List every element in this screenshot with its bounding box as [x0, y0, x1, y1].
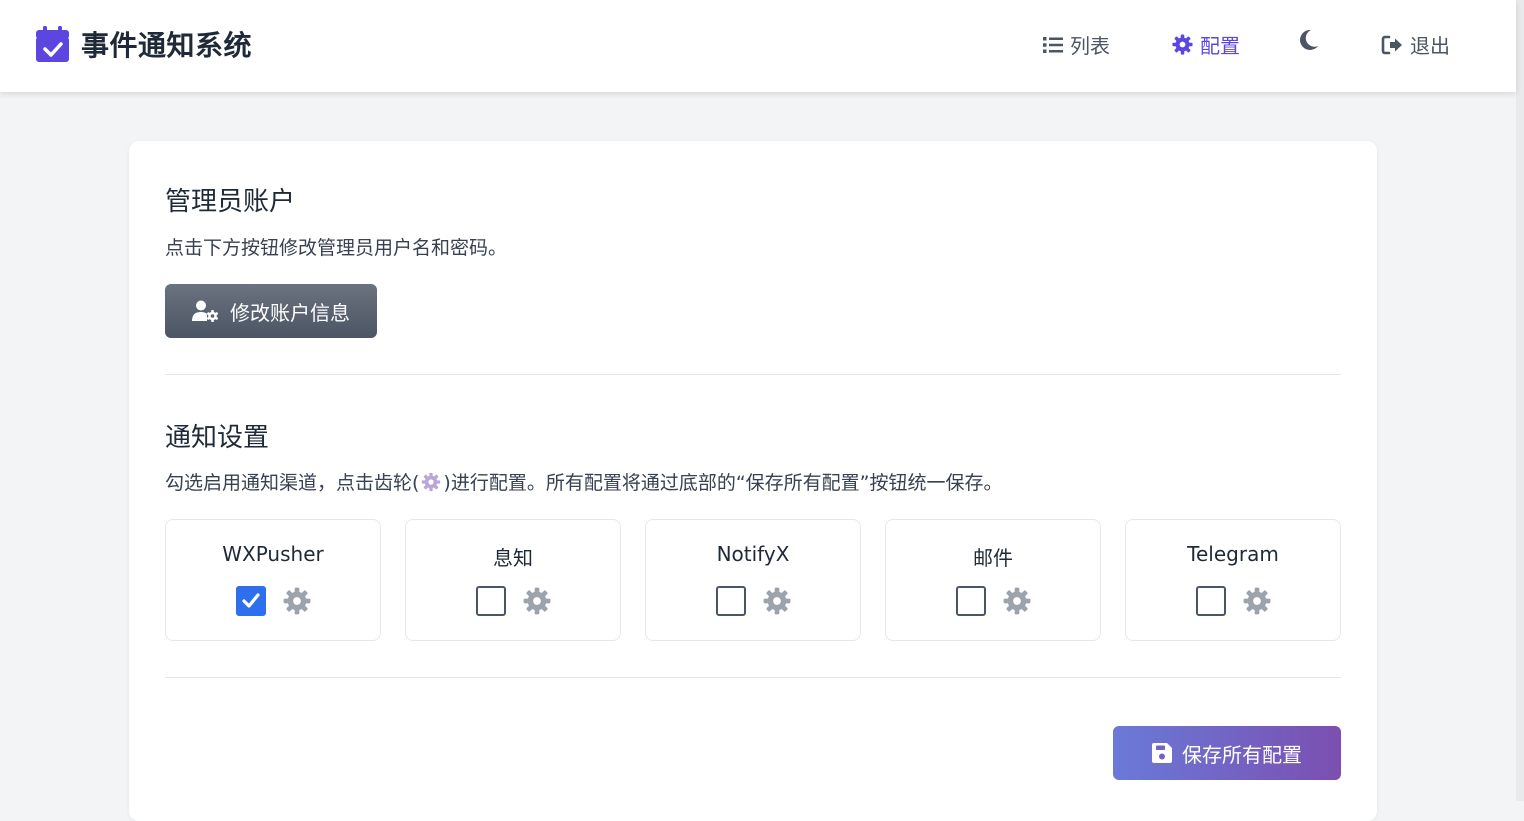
nav-item-label: 退出: [1410, 34, 1450, 58]
save-all-label: 保存所有配置: [1182, 742, 1302, 767]
calendar-check-icon: [36, 26, 69, 62]
gear-icon[interactable]: [1003, 587, 1031, 615]
gear-emoji-icon: [422, 472, 441, 491]
channel-card-wxpusher: WXPusher: [165, 519, 381, 641]
channel-card-email: 邮件: [885, 519, 1101, 641]
channel-name: 息知: [493, 546, 533, 570]
list-icon: [1043, 36, 1063, 53]
app-title: 事件通知系统: [81, 29, 253, 62]
admin-section-description: 点击下方按钮修改管理员用户名和密码。: [165, 237, 508, 259]
notify-description-after: )进行配置。所有配置将通过底部的“保存所有配置”按钮统一保存。: [443, 472, 1003, 494]
nav-item-config[interactable]: 配置: [1172, 30, 1240, 59]
channel-list: WXPusher 息知 NotifyX 邮件 Telegram: [165, 519, 1341, 641]
section-divider: [165, 374, 1341, 375]
gear-icon[interactable]: [523, 587, 551, 615]
sign-out-icon: [1381, 35, 1402, 54]
save-all-button[interactable]: 保存所有配置: [1113, 726, 1341, 780]
edit-account-button[interactable]: 修改账户信息: [165, 284, 377, 338]
nav-item-label: 配置: [1200, 34, 1240, 58]
checkmark-icon: [241, 593, 260, 608]
channel-name: 邮件: [973, 546, 1013, 570]
channel-controls: [886, 586, 1100, 616]
moon-icon: [1300, 30, 1318, 50]
notify-description-before: 勾选启用通知渠道，点击齿轮(: [165, 472, 420, 494]
gear-icon[interactable]: [763, 587, 791, 615]
channel-enable-checkbox[interactable]: [475, 586, 506, 616]
channel-controls: [166, 586, 380, 616]
admin-section-title: 管理员账户: [165, 187, 296, 217]
top-header: 事件通知系统 列表 配置 退出: [0, 0, 1516, 92]
channel-enable-checkbox[interactable]: [235, 586, 266, 616]
notify-section-description: 勾选启用通知渠道，点击齿轮( )进行配置。所有配置将通过底部的“保存所有配置”按…: [165, 468, 1003, 495]
gear-icon[interactable]: [283, 587, 311, 615]
gear-icon: [1172, 34, 1193, 55]
user-gear-icon: [192, 300, 219, 322]
channel-name: WXPusher: [222, 542, 324, 566]
channel-name: Telegram: [1187, 542, 1279, 566]
channel-controls: [406, 586, 620, 616]
gear-icon[interactable]: [1243, 587, 1271, 615]
channel-card-xizhi: 息知: [405, 519, 621, 641]
section-divider: [165, 677, 1341, 678]
channel-name: NotifyX: [716, 542, 790, 566]
channel-card-notifyx: NotifyX: [645, 519, 861, 641]
page-scrollbar[interactable]: [1516, 0, 1524, 801]
floppy-disk-icon: [1152, 743, 1172, 763]
channel-controls: [1126, 586, 1340, 616]
notify-section-title: 通知设置: [165, 423, 270, 453]
channel-enable-checkbox[interactable]: [955, 586, 986, 616]
channel-controls: [646, 586, 860, 616]
nav-item-label: 列表: [1070, 34, 1110, 58]
channel-enable-checkbox[interactable]: [715, 586, 746, 616]
channel-card-telegram: Telegram: [1125, 519, 1341, 641]
brand[interactable]: 事件通知系统: [36, 24, 252, 64]
channel-enable-checkbox[interactable]: [1195, 586, 1226, 616]
nav-item-list[interactable]: 列表: [1043, 30, 1110, 59]
settings-card: 管理员账户 点击下方按钮修改管理员用户名和密码。 修改账户信息 通知设置 勾选启…: [129, 141, 1377, 821]
theme-toggle-button[interactable]: [1300, 30, 1325, 50]
nav-item-logout[interactable]: 退出: [1381, 30, 1450, 59]
edit-account-label: 修改账户信息: [230, 300, 350, 325]
